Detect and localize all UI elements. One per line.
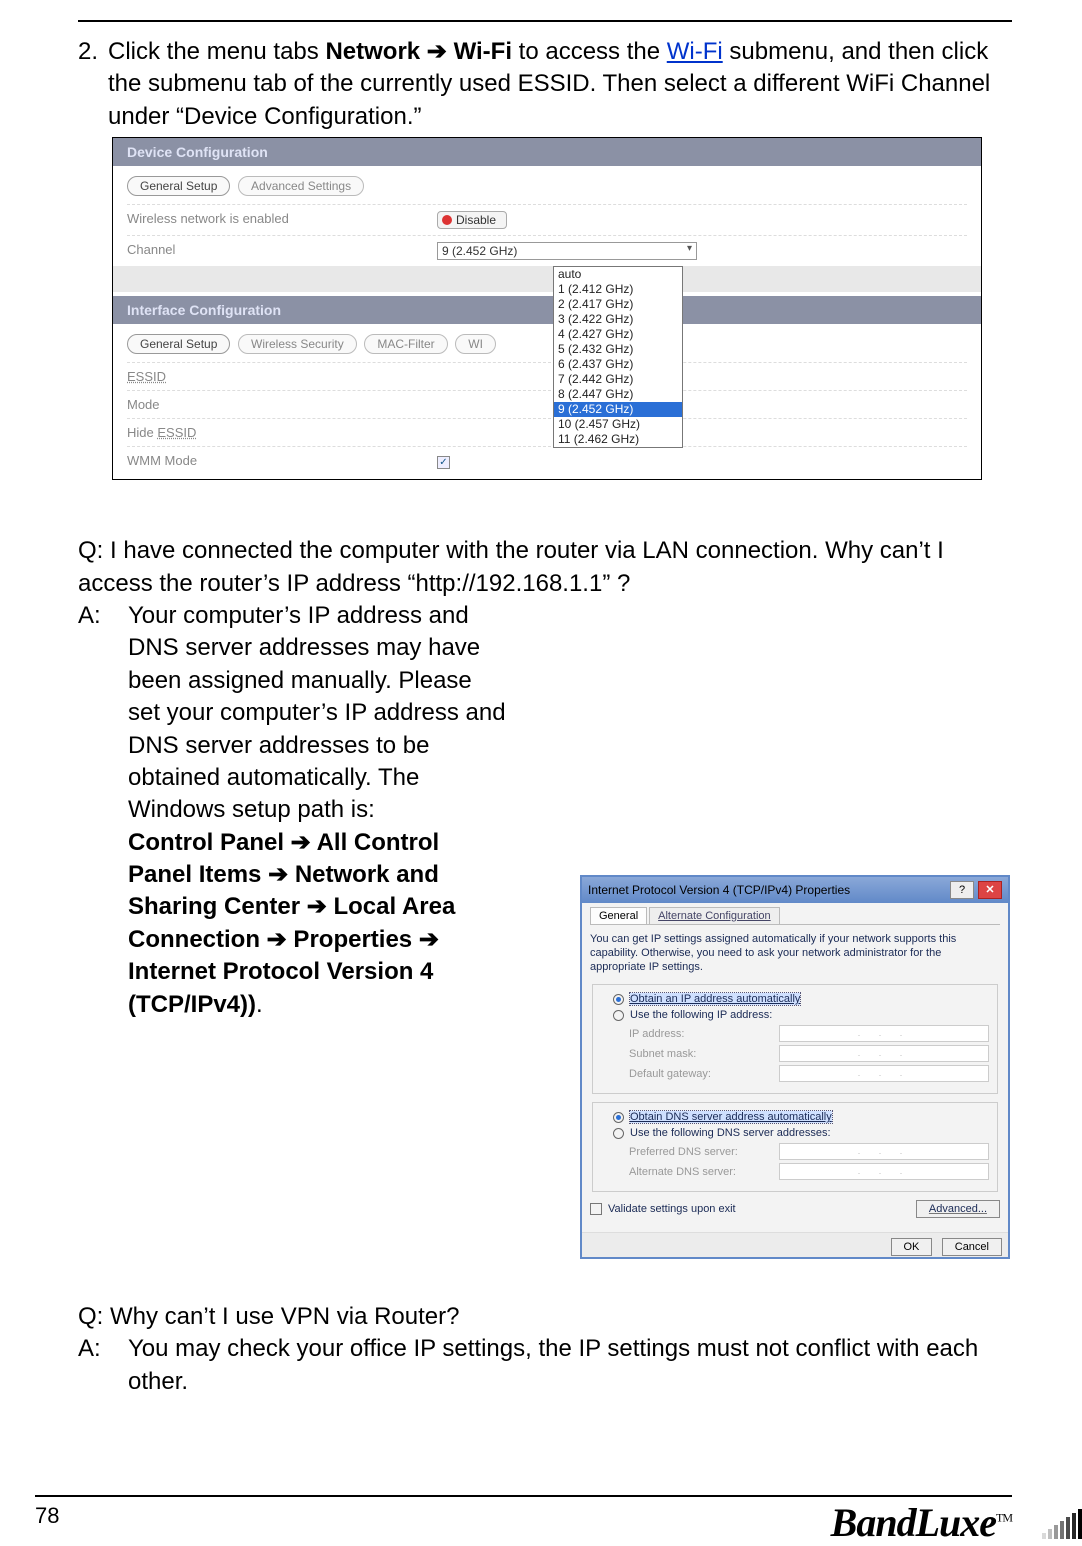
brand-logo: BandLuxeTM bbox=[831, 1499, 1012, 1546]
advanced-button[interactable]: Advanced... bbox=[916, 1200, 1000, 1218]
dropdown-item[interactable]: 10 (2.457 GHz) bbox=[554, 417, 682, 432]
interface-config-header: Interface Configuration bbox=[113, 296, 981, 324]
disable-label: Disable bbox=[456, 213, 496, 227]
opt-auto-ip-label: Obtain an IP address automatically bbox=[630, 993, 800, 1005]
ipv4-tabs: General Alternate Configuration bbox=[590, 907, 1000, 925]
disable-button[interactable]: Disable bbox=[437, 211, 507, 229]
channel-dropdown[interactable]: auto 1 (2.412 GHz) 2 (2.417 GHz) 3 (2.42… bbox=[553, 266, 683, 448]
close-button[interactable]: ✕ bbox=[978, 881, 1002, 899]
a1-text: Your computer’s IP address and DNS serve… bbox=[128, 602, 506, 823]
alt-dns-label: Alternate DNS server: bbox=[629, 1166, 779, 1178]
radio-off-icon bbox=[613, 1010, 624, 1021]
wireless-enabled-label: Wireless network is enabled bbox=[127, 211, 417, 229]
dropdown-item[interactable]: 8 (2.447 GHz) bbox=[554, 387, 682, 402]
radio-off-icon bbox=[613, 1128, 624, 1139]
ipv4-title: Internet Protocol Version 4 (TCP/IPv4) P… bbox=[588, 883, 946, 897]
dropdown-item[interactable]: 5 (2.432 GHz) bbox=[554, 342, 682, 357]
cancel-button[interactable]: Cancel bbox=[942, 1238, 1002, 1256]
t1b: Network ➔ Wi-Fi bbox=[325, 38, 512, 65]
dropdown-item[interactable]: 1 (2.412 GHz) bbox=[554, 282, 682, 297]
opt-use-dns[interactable]: Use the following DNS server addresses: bbox=[613, 1127, 989, 1139]
ip-address-field: . . . bbox=[779, 1025, 989, 1042]
a1-path-bold: Control Panel ➔ All Control Panel Items … bbox=[128, 829, 455, 1018]
device-config-header: Device Configuration bbox=[113, 138, 981, 166]
tab-advanced-settings[interactable]: Advanced Settings bbox=[238, 176, 364, 196]
step-2: 2. Click the menu tabs Network ➔ Wi-Fi t… bbox=[78, 36, 1012, 133]
t1c: to access the bbox=[512, 38, 667, 65]
essid-label: ESSID bbox=[127, 369, 166, 384]
channel-label: Channel bbox=[127, 242, 417, 260]
tm-mark: TM bbox=[996, 1511, 1012, 1525]
opt-auto-dns[interactable]: Obtain DNS server address automatically bbox=[613, 1111, 989, 1123]
gateway-label: Default gateway: bbox=[629, 1068, 779, 1080]
page-number: 78 bbox=[35, 1503, 59, 1529]
gateway-field: . . . bbox=[779, 1065, 989, 1082]
radio-on-icon bbox=[613, 1112, 624, 1123]
alt-dns-field: . . . bbox=[779, 1163, 989, 1180]
qa-block-2: Q: Why can’t I use VPN via Router? A: Yo… bbox=[78, 1301, 1012, 1398]
answer-body-1: Your computer’s IP address and DNS serve… bbox=[128, 600, 508, 1021]
answer-body-2: You may check your office IP settings, t… bbox=[128, 1333, 1012, 1398]
opt-auto-dns-label: Obtain DNS server address automatically bbox=[630, 1111, 832, 1123]
radio-on-icon bbox=[613, 994, 624, 1005]
ipv4-properties-screenshot: Internet Protocol Version 4 (TCP/IPv4) P… bbox=[580, 875, 1010, 1259]
page-footer: 78 BandLuxeTM bbox=[0, 1495, 1082, 1497]
opt-use-ip-label: Use the following IP address: bbox=[630, 1009, 772, 1021]
validate-checkbox[interactable] bbox=[590, 1203, 602, 1215]
tab-general[interactable]: General bbox=[590, 907, 647, 924]
hide-essid-label: Hide ESSID bbox=[127, 425, 417, 440]
opt-use-dns-label: Use the following DNS server addresses: bbox=[630, 1127, 831, 1139]
help-button[interactable]: ? bbox=[950, 881, 974, 899]
tab-wireless-security[interactable]: Wireless Security bbox=[238, 334, 357, 354]
opt-use-ip[interactable]: Use the following IP address: bbox=[613, 1009, 989, 1021]
device-config-tabs: General Setup Advanced Settings bbox=[127, 176, 967, 196]
wifi-link[interactable]: Wi-Fi bbox=[667, 38, 723, 65]
dropdown-item-selected[interactable]: 9 (2.452 GHz) bbox=[554, 402, 682, 417]
dropdown-item[interactable]: 2 (2.417 GHz) bbox=[554, 297, 682, 312]
wmm-checkbox[interactable]: ✓ bbox=[437, 456, 450, 469]
answer-label-1: A: bbox=[78, 600, 128, 632]
dropdown-item[interactable]: 11 (2.462 GHz) bbox=[554, 432, 682, 447]
tab-mac-filter[interactable]: MAC-Filter bbox=[364, 334, 447, 354]
pref-dns-label: Preferred DNS server: bbox=[629, 1146, 779, 1158]
interface-config-tabs: General Setup Wireless Security MAC-Filt… bbox=[127, 334, 967, 354]
channel-select[interactable]: 9 (2.452 GHz) bbox=[437, 242, 697, 260]
t1a: Click the menu tabs bbox=[108, 38, 325, 65]
dropdown-item[interactable]: auto bbox=[554, 267, 682, 282]
tab-if-general[interactable]: General Setup bbox=[127, 334, 230, 354]
answer-label-2: A: bbox=[78, 1333, 128, 1365]
dropdown-item[interactable]: 4 (2.427 GHz) bbox=[554, 327, 682, 342]
dropdown-item[interactable]: 6 (2.437 GHz) bbox=[554, 357, 682, 372]
mode-label: Mode bbox=[127, 397, 417, 412]
subnet-mask-field: . . . bbox=[779, 1045, 989, 1062]
tab-general-setup[interactable]: General Setup bbox=[127, 176, 230, 196]
wmm-mode-label: WMM Mode bbox=[127, 453, 417, 469]
tab-alternate[interactable]: Alternate Configuration bbox=[649, 907, 780, 924]
disable-dot-icon bbox=[442, 215, 452, 225]
subnet-mask-label: Subnet mask: bbox=[629, 1048, 779, 1060]
ipv4-description: You can get IP settings assigned automat… bbox=[590, 933, 1000, 974]
tab-wi[interactable]: WI bbox=[455, 334, 496, 354]
step-number: 2. bbox=[78, 36, 108, 133]
question-2: Q: Why can’t I use VPN via Router? bbox=[78, 1301, 1012, 1333]
step-text: Click the menu tabs Network ➔ Wi-Fi to a… bbox=[108, 36, 1012, 133]
opt-auto-ip[interactable]: Obtain an IP address automatically bbox=[613, 993, 989, 1005]
device-config-screenshot: Device Configuration General Setup Advan… bbox=[112, 137, 982, 480]
question-1: Q: I have connected the computer with th… bbox=[78, 535, 1012, 600]
dropdown-item[interactable]: 3 (2.422 GHz) bbox=[554, 312, 682, 327]
signal-bars-icon bbox=[1042, 1509, 1082, 1539]
validate-label: Validate settings upon exit bbox=[608, 1203, 736, 1215]
dropdown-item[interactable]: 7 (2.442 GHz) bbox=[554, 372, 682, 387]
a1-end: . bbox=[256, 991, 263, 1018]
ok-button[interactable]: OK bbox=[891, 1238, 933, 1256]
ipv4-titlebar: Internet Protocol Version 4 (TCP/IPv4) P… bbox=[582, 877, 1008, 903]
ip-address-label: IP address: bbox=[629, 1028, 779, 1040]
pref-dns-field: . . . bbox=[779, 1143, 989, 1160]
